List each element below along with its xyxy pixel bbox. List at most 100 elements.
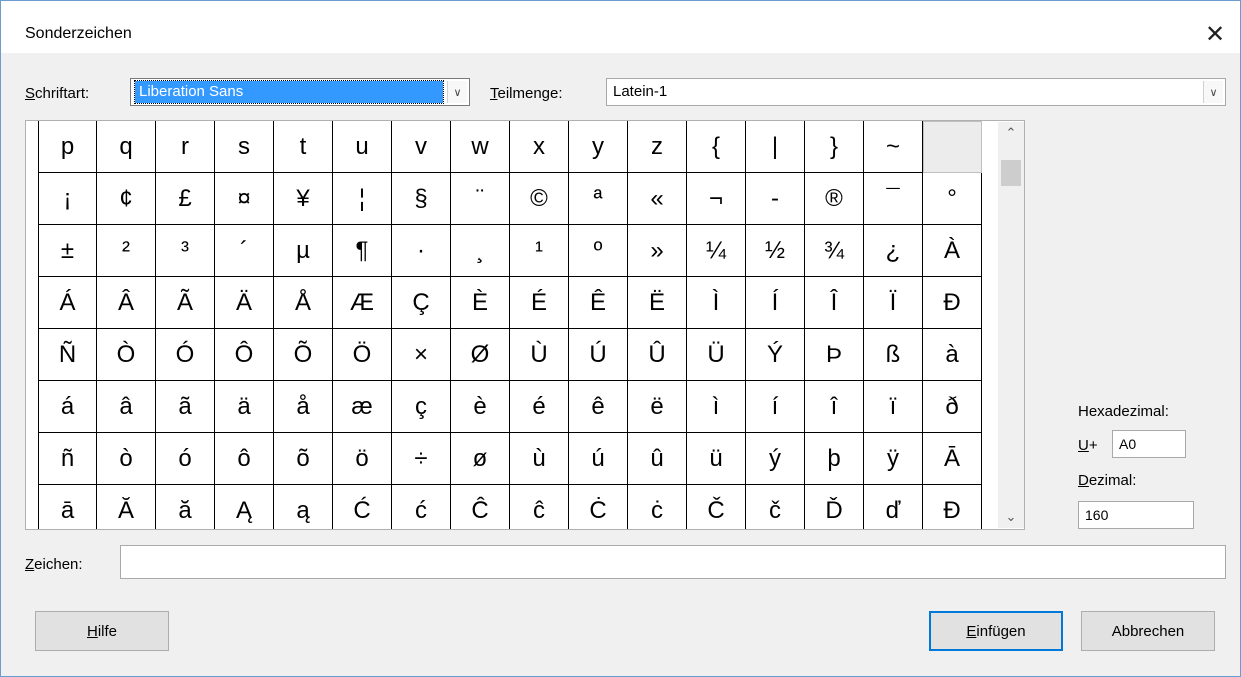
char-cell[interactable]: æ [333,381,392,433]
char-cell[interactable]: ± [38,225,97,277]
char-cell[interactable]: Ý [746,329,805,381]
char-cell[interactable]: u [333,121,392,173]
char-cell[interactable]: v [392,121,451,173]
char-cell[interactable]: ¨ [451,173,510,225]
decimal-input[interactable]: 160 [1078,501,1194,529]
char-cell[interactable]: ½ [746,225,805,277]
close-icon[interactable]: ✕ [1198,17,1232,51]
char-cell[interactable]: ñ [38,433,97,485]
cancel-button[interactable]: Abbrechen [1081,611,1215,651]
char-cell[interactable]: č [746,485,805,529]
char-cell[interactable]: Ù [510,329,569,381]
char-cell[interactable]: ĉ [510,485,569,529]
char-cell[interactable]: É [510,277,569,329]
char-cell[interactable]: ¿ [864,225,923,277]
char-cell[interactable]: ď [864,485,923,529]
char-cell[interactable]: £ [156,173,215,225]
char-cell[interactable]: ¤ [215,173,274,225]
char-cell[interactable]: Ö [333,329,392,381]
char-cell[interactable] [923,121,982,173]
char-cell[interactable]: ð [923,381,982,433]
char-cell[interactable]: Ã [156,277,215,329]
insert-button[interactable]: Einfügen [929,611,1063,651]
char-cell[interactable]: Č [687,485,746,529]
char-cell[interactable]: ´ [215,225,274,277]
char-cell[interactable]: r [156,121,215,173]
char-cell[interactable]: È [451,277,510,329]
char-cell[interactable]: ¢ [97,173,156,225]
char-cell[interactable]: ý [746,433,805,485]
char-cell[interactable]: ß [864,329,923,381]
char-cell[interactable]: ï [864,381,923,433]
char-cell[interactable]: ć [392,485,451,529]
hex-input[interactable]: A0 [1112,430,1186,458]
char-cell[interactable]: ë [628,381,687,433]
char-cell[interactable]: { [687,121,746,173]
char-cell[interactable]: - [746,173,805,225]
char-cell[interactable]: Ì [687,277,746,329]
char-cell[interactable]: Â [97,277,156,329]
char-cell[interactable]: ¹ [510,225,569,277]
char-cell[interactable]: Ü [687,329,746,381]
scroll-thumb[interactable] [1001,160,1021,186]
char-cell[interactable]: î [805,381,864,433]
chevron-down-icon[interactable]: ∨ [1203,81,1223,103]
chevron-down-icon[interactable]: ∨ [447,81,467,103]
char-cell[interactable]: ~ [864,121,923,173]
char-cell[interactable]: « [628,173,687,225]
char-cell[interactable]: Ć [333,485,392,529]
char-cell[interactable]: ó [156,433,215,485]
char-cell[interactable]: ¸ [451,225,510,277]
char-cell[interactable]: ì [687,381,746,433]
char-cell[interactable]: ā [38,485,97,529]
font-select[interactable]: Liberation Sans ∨ [130,78,470,106]
char-cell[interactable]: s [215,121,274,173]
char-cell[interactable]: × [392,329,451,381]
char-cell[interactable]: Æ [333,277,392,329]
char-cell[interactable]: p [38,121,97,173]
char-cell[interactable]: Á [38,277,97,329]
char-cell[interactable]: © [510,173,569,225]
char-cell[interactable]: õ [274,433,333,485]
char-cell[interactable]: þ [805,433,864,485]
char-cell[interactable]: è [451,381,510,433]
char-cell[interactable]: ¶ [333,225,392,277]
char-cell[interactable]: Ð [923,277,982,329]
char-cell[interactable]: ü [687,433,746,485]
char-cell[interactable]: ä [215,381,274,433]
char-cell[interactable]: x [510,121,569,173]
char-cell[interactable]: ă [156,485,215,529]
char-cell[interactable]: Ø [451,329,510,381]
char-cell[interactable]: Ĉ [451,485,510,529]
char-cell[interactable]: ò [97,433,156,485]
subset-select[interactable]: Latein-1 ∨ [606,78,1226,106]
char-cell[interactable]: ÷ [392,433,451,485]
char-cell[interactable]: t [274,121,333,173]
char-cell[interactable]: µ [274,225,333,277]
char-cell[interactable]: } [805,121,864,173]
char-cell[interactable]: · [392,225,451,277]
char-cell[interactable]: à [923,329,982,381]
char-cell[interactable]: ¼ [687,225,746,277]
char-cell[interactable]: À [923,225,982,277]
char-cell[interactable]: Ă [97,485,156,529]
char-cell[interactable]: á [38,381,97,433]
char-cell[interactable]: | [746,121,805,173]
char-cell[interactable]: § [392,173,451,225]
char-cell[interactable]: Ä [215,277,274,329]
char-cell[interactable]: Đ [923,485,982,529]
char-cell[interactable]: û [628,433,687,485]
char-cell[interactable]: y [569,121,628,173]
char-cell[interactable]: Û [628,329,687,381]
char-cell[interactable]: Ê [569,277,628,329]
char-cell[interactable]: ¦ [333,173,392,225]
char-cell[interactable]: Å [274,277,333,329]
char-cell[interactable]: ¾ [805,225,864,277]
char-cell[interactable]: Ô [215,329,274,381]
char-cell[interactable]: ° [923,173,982,225]
char-cell[interactable]: Ó [156,329,215,381]
char-cell[interactable]: ¯ [864,173,923,225]
grid-scrollbar[interactable]: ⌃ ⌄ [998,122,1024,528]
char-cell[interactable]: ø [451,433,510,485]
char-cell[interactable]: ® [805,173,864,225]
